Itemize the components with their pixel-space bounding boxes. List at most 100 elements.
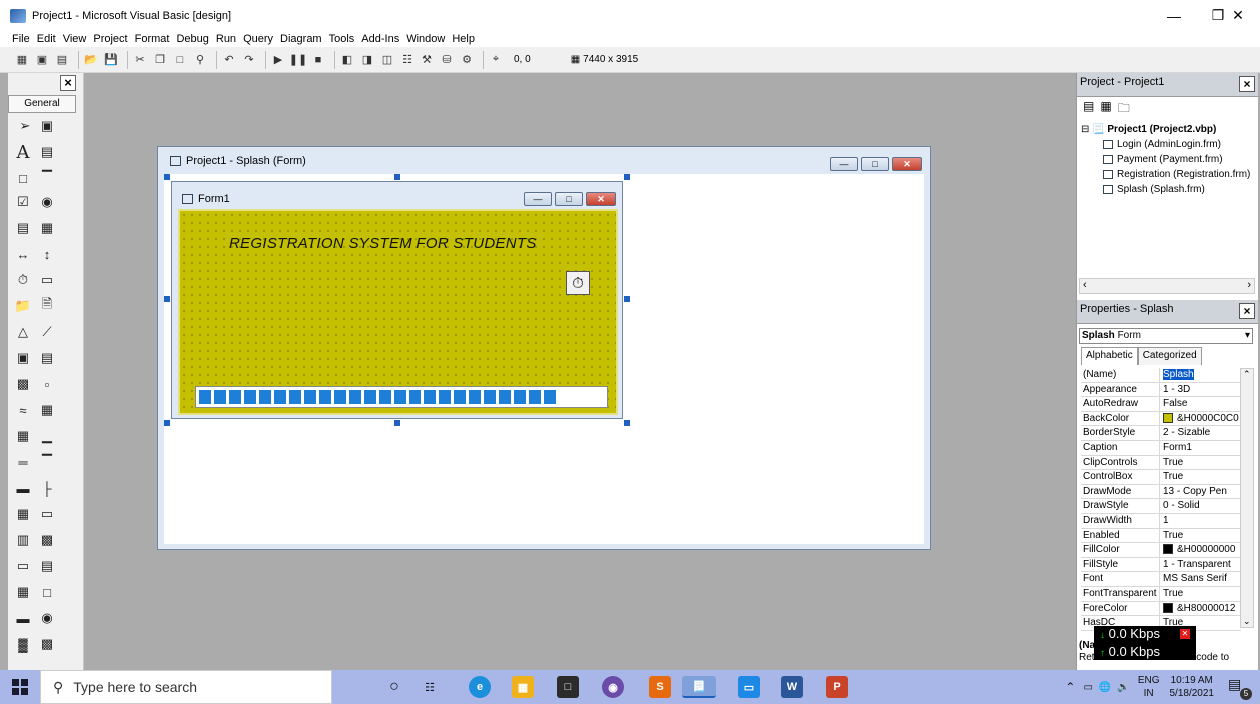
commandbutton-icon[interactable]: ▔ — [38, 169, 56, 187]
edge-browser-icon[interactable]: e — [469, 676, 491, 698]
menu-window[interactable]: Window — [406, 33, 445, 45]
property-value[interactable]: &H0000C0C0 — [1160, 412, 1241, 426]
menu-editor-icon[interactable]: ▤ — [54, 52, 70, 68]
find-icon[interactable]: ⚲ — [192, 52, 208, 68]
filelistbox-icon[interactable]: 🗎 — [38, 296, 56, 315]
property-row[interactable]: Appearance 1 - 3D — [1081, 382, 1241, 398]
add-project-icon[interactable]: ▦ — [14, 52, 30, 68]
property-value[interactable]: &H00000000 — [1160, 543, 1241, 557]
tree-item[interactable]: Splash (Splash.frm) — [1081, 182, 1257, 197]
tabstrip-icon[interactable]: ▩ — [38, 531, 56, 549]
scroll-down-icon[interactable]: ⌄ — [1243, 616, 1251, 627]
properties-close-button[interactable]: × — [1239, 303, 1255, 319]
menu-format[interactable]: Format — [135, 33, 170, 45]
property-row[interactable]: ControlBox True — [1081, 470, 1241, 485]
property-value[interactable]: 1 - 3D — [1160, 383, 1241, 397]
paste-icon[interactable]: □ — [172, 52, 188, 68]
monthview-icon[interactable]: ▤ — [38, 557, 56, 575]
form1-minimize-button[interactable]: — — [524, 192, 552, 206]
combobox-icon[interactable]: ▤ — [14, 219, 32, 237]
progressbar-icon[interactable]: ▬ — [14, 479, 32, 497]
property-row[interactable]: DrawWidth 1 — [1081, 513, 1241, 529]
cut-icon[interactable]: ✂ — [132, 52, 148, 68]
task-view-icon[interactable]: ☷ — [419, 676, 441, 698]
property-row[interactable]: Enabled True — [1081, 528, 1241, 544]
taskbar-search-box[interactable]: ⚲ Type here to search — [40, 670, 332, 704]
menu-project[interactable]: Project — [93, 33, 127, 45]
project-explorer-hscrollbar[interactable]: ‹ › — [1079, 278, 1255, 294]
close-button[interactable]: ✕ — [1216, 0, 1260, 31]
notification-center-icon[interactable]: ▤ 5 — [1228, 676, 1252, 700]
image-icon[interactable]: ▣ — [14, 349, 32, 367]
property-value[interactable]: 2 - Sizable — [1160, 426, 1241, 440]
word-icon[interactable]: W — [781, 676, 803, 698]
data-icon[interactable]: ▤ — [38, 349, 56, 367]
menu-addins[interactable]: Add-Ins — [361, 33, 399, 45]
grid-icon[interactable]: ▦ — [38, 401, 56, 419]
chevron-down-icon[interactable]: ▾ — [1245, 329, 1250, 343]
minimize-button[interactable]: — — [1152, 0, 1196, 31]
chevron-up-icon[interactable]: ⌃ — [1065, 680, 1075, 694]
splash-maximize-button[interactable]: □ — [861, 157, 889, 171]
imagelist-icon[interactable]: ▭ — [38, 505, 56, 523]
property-row[interactable]: (Name) Splash — [1081, 368, 1241, 383]
resize-handle[interactable] — [164, 420, 170, 426]
statusbar-icon[interactable]: ▔ — [38, 453, 56, 471]
frame-icon[interactable]: □ — [14, 169, 32, 187]
property-row[interactable]: Font MS Sans Serif — [1081, 572, 1241, 587]
visual-basic-taskbar-icon[interactable]: 📃 — [682, 676, 716, 698]
property-row[interactable]: FontTransparent True — [1081, 586, 1241, 602]
clock[interactable]: 10:19 AM 5/18/2021 — [1170, 674, 1215, 700]
property-value[interactable]: 0 - Solid — [1160, 499, 1241, 513]
overlay-close-icon[interactable]: ✕ — [1180, 629, 1190, 639]
coolbar-icon[interactable]: ▬ — [14, 609, 32, 627]
picturebox-icon[interactable]: ▣ — [38, 117, 56, 135]
optionbutton-icon[interactable]: ◉ — [38, 193, 56, 211]
properties-vscrollbar[interactable]: ⌃ ⌄ — [1240, 368, 1254, 628]
property-row[interactable]: FillColor &H00000000 — [1081, 543, 1241, 558]
copy-icon[interactable]: ❐ — [152, 52, 168, 68]
data-view-icon[interactable]: ⛁ — [439, 52, 455, 68]
end-icon[interactable]: ■ — [310, 52, 326, 68]
project-root-node[interactable]: ⊟ 📃 Project1 (Project2.vbp) — [1081, 122, 1257, 137]
project-explorer-close-button[interactable]: × — [1239, 76, 1255, 92]
pointer-icon[interactable]: ➢ — [16, 117, 34, 135]
property-value[interactable]: MS Sans Serif — [1160, 572, 1241, 586]
tree-item[interactable]: Registration (Registration.frm) — [1081, 167, 1257, 182]
form1-close-button[interactable]: ✕ — [586, 192, 616, 206]
tree-item[interactable]: Login (AdminLogin.frm) — [1081, 137, 1257, 152]
property-value[interactable]: &H80000012 — [1160, 602, 1241, 616]
property-value[interactable]: True — [1160, 470, 1241, 484]
msflexgrid-icon[interactable]: ▩ — [38, 635, 56, 653]
view-object-icon[interactable]: ▦ — [1100, 99, 1111, 120]
break-icon[interactable]: ❚❚ — [289, 52, 307, 68]
toolbox-icon[interactable]: ⚒ — [419, 52, 435, 68]
resize-handle[interactable] — [624, 296, 630, 302]
textbox-icon[interactable]: ▤ — [38, 143, 56, 161]
property-value[interactable]: False — [1160, 397, 1241, 411]
properties-window-icon[interactable]: ◨ — [359, 52, 375, 68]
ole-icon[interactable]: ▩ — [14, 375, 32, 393]
network-icon[interactable]: 🌐 — [1099, 682, 1111, 693]
property-row[interactable]: DrawStyle 0 - Solid — [1081, 499, 1241, 514]
form-layout-icon[interactable]: ◫ — [379, 52, 395, 68]
property-value[interactable]: True — [1160, 529, 1241, 543]
form1-maximize-button[interactable]: □ — [555, 192, 583, 206]
form1-client-area[interactable]: REGISTRATION SYSTEM FOR STUDENTS ⏱ — [178, 209, 618, 415]
dirlistbox-icon[interactable]: 📁 — [14, 297, 32, 315]
save-project-icon[interactable]: 💾 — [103, 52, 119, 68]
property-value[interactable]: 1 - Transparent — [1160, 558, 1241, 572]
form1-window[interactable]: Form1 — □ ✕ REGISTRATION SYSTEM FOR STUD… — [171, 181, 623, 419]
scroll-up-icon[interactable]: ⌃ — [1243, 369, 1251, 380]
menu-debug[interactable]: Debug — [176, 33, 208, 45]
chart-icon[interactable]: ≈ — [14, 401, 32, 419]
splash-close-button[interactable]: ✕ — [892, 157, 922, 171]
app-icon[interactable]: ◉ — [602, 676, 624, 698]
toolbar-control-icon[interactable]: ▥ — [14, 531, 32, 549]
timer-icon[interactable]: ⏱ — [14, 271, 32, 289]
language-indicator[interactable]: ENG IN — [1138, 674, 1160, 700]
form-icon[interactable]: □ — [38, 583, 56, 601]
property-row[interactable]: ClipControls True — [1081, 455, 1241, 471]
open-project-icon[interactable]: 📂 — [83, 52, 99, 68]
menu-tools[interactable]: Tools — [329, 33, 355, 45]
